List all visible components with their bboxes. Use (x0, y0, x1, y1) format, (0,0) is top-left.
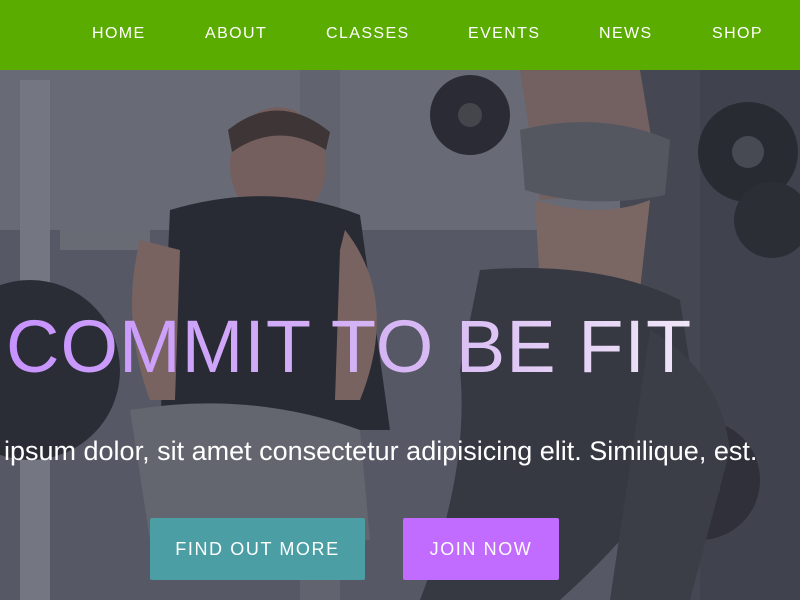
nav-link-about[interactable]: ABOUT (205, 25, 267, 43)
hero-subtitle: ipsum dolor, sit amet consectetur adipis… (4, 436, 758, 466)
join-now-button[interactable]: JOIN NOW (403, 518, 559, 580)
nav-link-events[interactable]: EVENTS (468, 25, 540, 43)
nav-link-classes[interactable]: CLASSES (326, 25, 410, 43)
hero-headline: COMMIT TO BE FIT (6, 305, 693, 388)
nav-link-news[interactable]: NEWS (599, 25, 653, 43)
find-out-more-button[interactable]: FIND OUT MORE (150, 518, 365, 580)
nav-link-home[interactable]: HOME (92, 25, 146, 43)
top-navbar: HOME ABOUT CLASSES EVENTS NEWS SHOP (0, 0, 800, 70)
hero-section: COMMIT TO BE FIT ipsum dolor, sit amet c… (0, 70, 800, 600)
nav-link-shop[interactable]: SHOP (712, 25, 763, 43)
